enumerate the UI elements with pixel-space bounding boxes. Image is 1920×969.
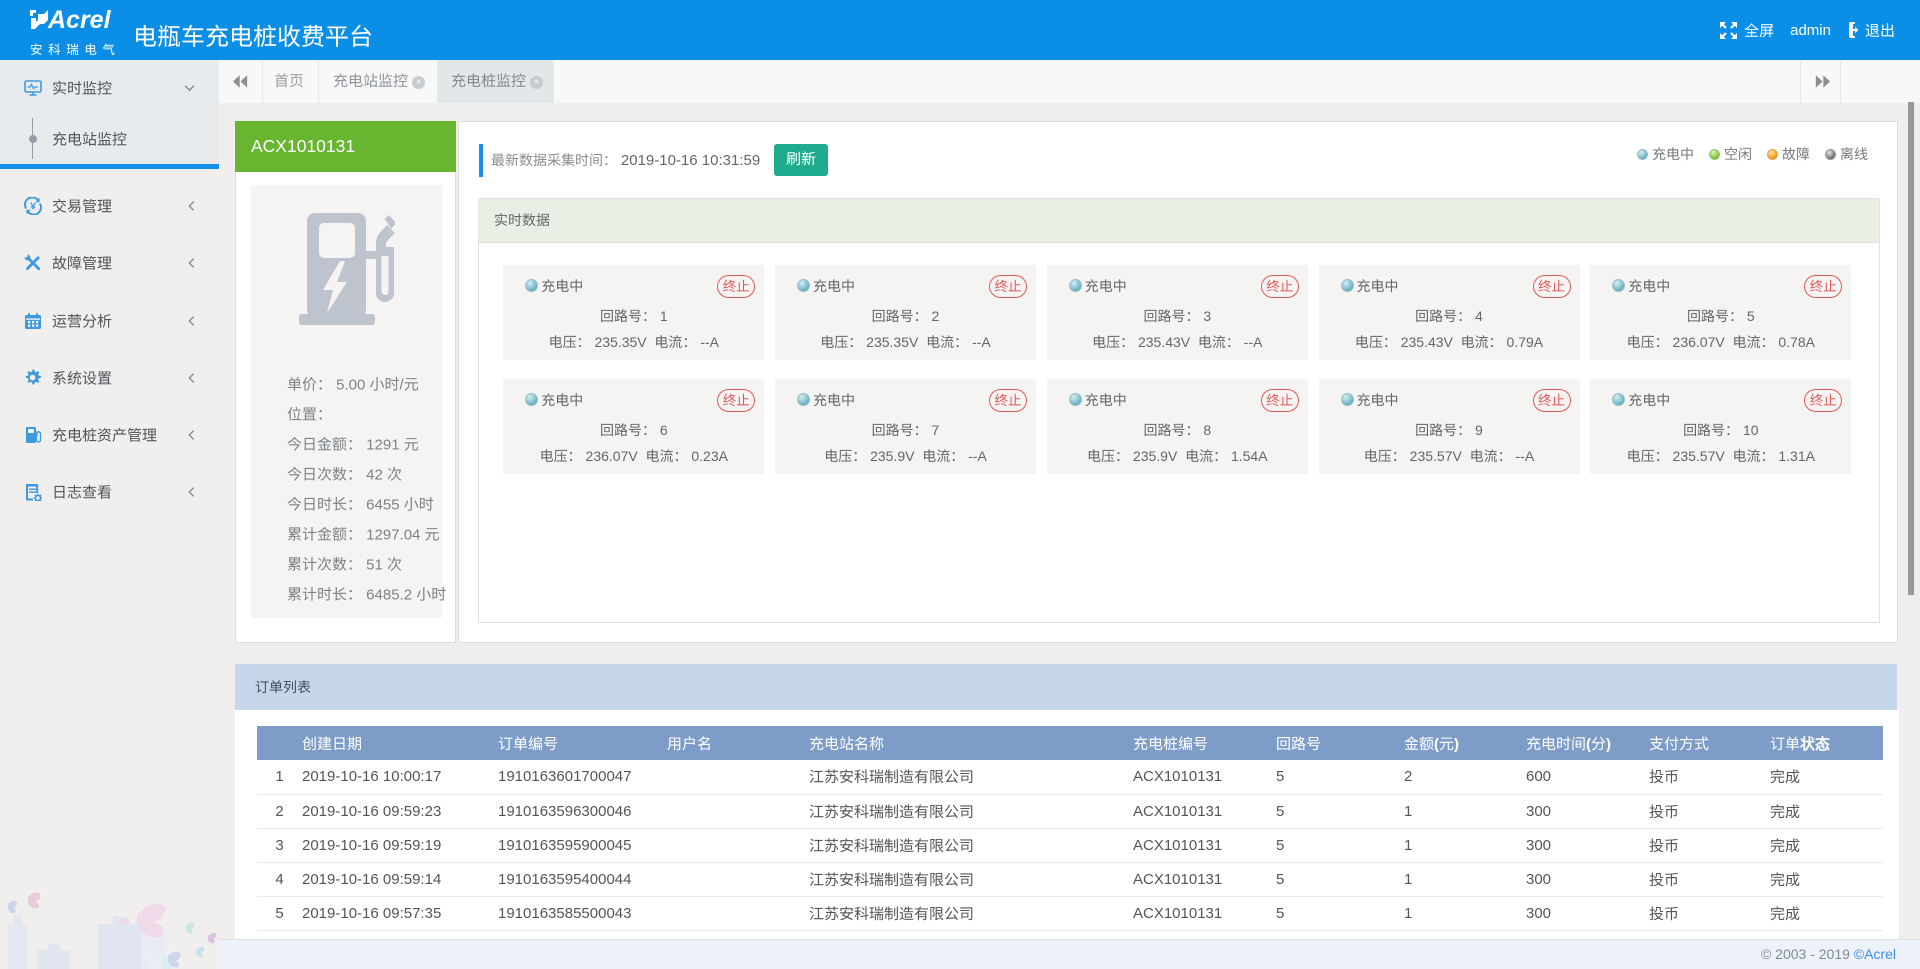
svg-text:¥: ¥	[30, 201, 36, 213]
